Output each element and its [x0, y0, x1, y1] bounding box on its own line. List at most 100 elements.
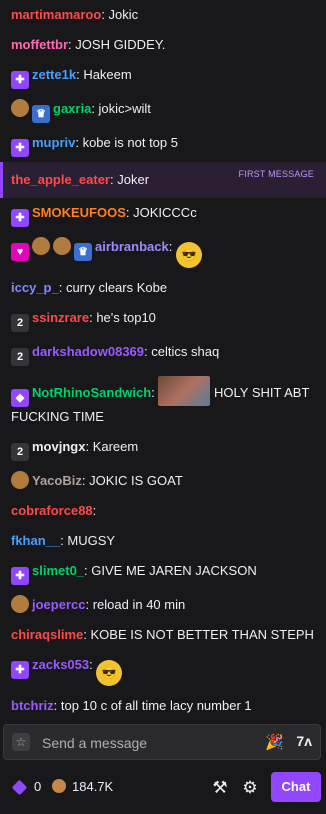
sub-badge-icon[interactable]: [11, 595, 29, 613]
gem-icon: [11, 779, 28, 796]
colon-separator: :: [85, 597, 93, 612]
gems-points[interactable]: 0: [11, 779, 42, 796]
chat-username[interactable]: chiraqslime: [11, 627, 83, 642]
prime-badge-icon[interactable]: ✚: [11, 209, 29, 227]
chat-message: ✚ SMOKEUFOOS: JOKICCCc: [0, 198, 326, 232]
chat-message-text: Jokic: [108, 7, 139, 22]
chat-message-text: JOSH GIDDEY.: [75, 37, 166, 52]
chat-username[interactable]: airbranback: [95, 239, 169, 254]
prime-badge-icon[interactable]: ✚: [11, 71, 29, 89]
chat-username[interactable]: YacoBiz: [32, 473, 82, 488]
chat-username[interactable]: cobraforce88: [11, 503, 93, 518]
chat-message-text: he's top10: [96, 310, 156, 325]
chat-button[interactable]: Chat: [271, 772, 321, 802]
colon-separator: :: [85, 439, 93, 454]
colon-separator: :: [168, 239, 176, 254]
colon-separator: :: [83, 627, 91, 642]
colon-separator: :: [75, 135, 83, 150]
settings-gear-icon[interactable]: ⚙: [238, 776, 262, 800]
chat-message: iccy_p_: curry clears Kobe: [0, 273, 326, 303]
chat-message-text: kobe is not top 5: [82, 135, 178, 150]
vip-badge-icon[interactable]: ♥: [11, 243, 29, 261]
chat-message: moffettbr: JOSH GIDDEY.: [0, 30, 326, 60]
chat-username[interactable]: SMOKEUFOOS: [32, 205, 126, 220]
dark-badge-icon[interactable]: 2: [11, 314, 29, 332]
chat-username[interactable]: btchriz: [11, 698, 54, 713]
chat-message: chiraqslime: KOBE IS NOT BETTER THAN STE…: [0, 620, 326, 650]
chat-message: fkhan__: MUGSY: [0, 526, 326, 556]
chat-username[interactable]: martimamaroo: [11, 7, 101, 22]
chat-message: ✚ zette1k: Hakeem: [0, 60, 326, 94]
chat-username[interactable]: fkhan__: [11, 533, 60, 548]
chat-input[interactable]: ☆ Send a message 🎉 7ʌ: [3, 724, 321, 760]
chat-message-text: KOBE IS NOT BETTER THAN STEPH: [90, 627, 314, 642]
colon-separator: :: [58, 280, 66, 295]
colon-separator: :: [91, 101, 99, 116]
channel-points-count: 184.7K: [72, 779, 114, 794]
chat-message: FIRST MESSAGE the_apple_eater: Joker: [0, 162, 326, 198]
chat-username[interactable]: slimet0_: [32, 563, 84, 578]
chat-message-text: Joker: [117, 172, 150, 187]
chat-message-text: JOKICCCc: [133, 205, 197, 220]
chat-username[interactable]: NotRhinoSandwich: [32, 385, 151, 400]
prime-badge-icon[interactable]: ✚: [11, 139, 29, 157]
chat-message: 2 ssinzrare: he's top10: [0, 303, 326, 337]
prime-badge-icon[interactable]: ✚: [11, 567, 29, 585]
photo-emote-icon[interactable]: [158, 376, 211, 406]
chat-username[interactable]: iccy_p_: [11, 280, 59, 295]
chat-message: btchriz: top 10 c of all time lacy numbe…: [0, 691, 326, 720]
chat-message: 2 movjngx: Kareem: [0, 432, 326, 466]
colon-separator: :: [89, 657, 97, 672]
blue-badge-icon[interactable]: ♛: [74, 243, 92, 261]
chat-username[interactable]: zacks053: [32, 657, 89, 672]
sub-badge-icon[interactable]: [53, 237, 71, 255]
prime-badge-icon[interactable]: ✚: [11, 661, 29, 679]
chat-message-text: top 10 c of all time lacy number 1: [60, 698, 252, 713]
channel-points[interactable]: 184.7K: [52, 779, 113, 794]
gem-badge-icon[interactable]: ◆: [11, 389, 29, 407]
gems-count: 0: [34, 779, 42, 794]
chat-input-placeholder[interactable]: Send a message: [42, 735, 147, 751]
sub-badge-icon[interactable]: [11, 99, 29, 117]
chat-message-text: Hakeem: [83, 67, 132, 82]
chat-username[interactable]: the_apple_eater: [11, 172, 110, 187]
chat-message-text: reload in 40 min: [92, 597, 186, 612]
channel-points-icon: [52, 779, 66, 793]
colon-separator: :: [101, 7, 109, 22]
chat-username[interactable]: joepercc: [32, 597, 85, 612]
chat-message-text: Kareem: [92, 439, 139, 454]
seventv-icon[interactable]: 7ʌ: [296, 733, 312, 749]
chat-username[interactable]: darkshadow08369: [32, 344, 144, 359]
blue-badge-icon[interactable]: ♛: [32, 105, 50, 123]
chat-messages: martimamaroo: Jokic moffettbr: JOSH GIDDE…: [0, 0, 326, 720]
colon-separator: :: [81, 473, 90, 488]
chat-message-text: celtics shaq: [151, 344, 220, 359]
chat-footer: 0 184.7K ⚒ ⚙ Chat: [0, 770, 326, 806]
first-message-tag: FIRST MESSAGE: [238, 169, 314, 179]
chat-message: ◆ NotRhinoSandwich: HOLY SHIT ABT FUCKING…: [0, 371, 326, 432]
chat-message: ✚ zacks053: 😎: [0, 650, 326, 691]
emote-picker-icon[interactable]: ☆: [12, 733, 30, 751]
dark-badge-icon[interactable]: 2: [11, 348, 29, 366]
sunglasses-emote-icon[interactable]: 😎: [175, 242, 202, 268]
chat-username[interactable]: ssinzrare: [32, 310, 89, 325]
colon-separator: :: [151, 385, 159, 400]
chat-message: ♛ gaxria: jokic>wilt: [0, 94, 326, 128]
chat-username[interactable]: gaxria: [53, 101, 91, 116]
chat-username[interactable]: movjngx: [32, 439, 85, 454]
chat-message-text: curry clears Kobe: [65, 280, 168, 295]
chat-message: ✚ mupriv: kobe is not top 5: [0, 128, 326, 162]
party-popper-icon[interactable]: 🎉: [265, 733, 284, 751]
chat-username[interactable]: mupriv: [32, 135, 75, 150]
chat-message-text: jokic>wilt: [98, 101, 151, 116]
dark-badge-icon[interactable]: 2: [11, 443, 29, 461]
chat-username[interactable]: moffettbr: [11, 37, 68, 52]
sub-badge-icon[interactable]: [32, 237, 50, 255]
sub-badge-icon[interactable]: [11, 471, 29, 489]
chat-message: ✚ slimet0_: GIVE ME JAREN JACKSON: [0, 556, 326, 590]
tools-icon[interactable]: ⚒: [208, 776, 232, 800]
chat-username[interactable]: zette1k: [32, 67, 76, 82]
chat-message: joepercc: reload in 40 min: [0, 590, 326, 620]
colon-separator: :: [53, 698, 61, 713]
sunglasses-emote-icon[interactable]: 😎: [96, 660, 123, 686]
